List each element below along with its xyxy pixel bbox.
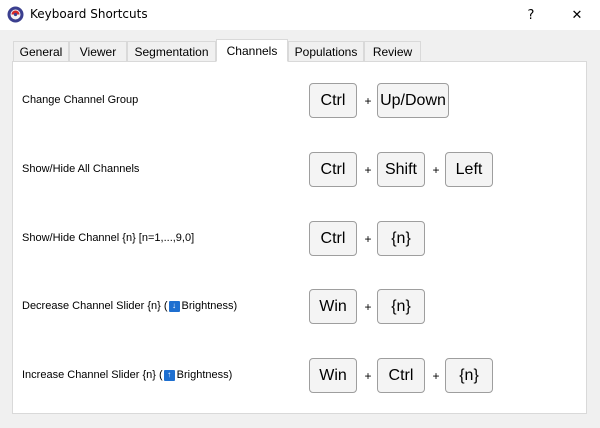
shortcut-label-show-hide-channel-n: Show/Hide Channel {n} [n=1,...,9,0] [22, 232, 195, 244]
arrow-down-icon: ↓ [168, 300, 180, 312]
key-ctrl: Ctrl [309, 83, 357, 118]
tab-populations[interactable]: Populations [288, 41, 364, 61]
shortcut-label-decrease-channel-slider: Decrease Channel Slider {n} (↓ Brightnes… [22, 300, 237, 312]
label-text: Increase Channel Slider {n} ( [22, 369, 163, 381]
shortcut-label-increase-channel-slider: Increase Channel Slider {n} (↑ Brightnes… [22, 369, 232, 381]
channels-shortcuts-pane: Change Channel Group Ctrl + Up/Down Show… [12, 61, 587, 414]
plus-sign: + [364, 94, 372, 108]
key-ctrl: Ctrl [309, 152, 357, 187]
key-up-down: Up/Down [377, 83, 449, 118]
key-left: Left [445, 152, 493, 187]
tab-viewer[interactable]: Viewer [69, 41, 127, 61]
tab-segmentation[interactable]: Segmentation [127, 41, 216, 61]
close-icon[interactable]: ✕ [554, 0, 600, 30]
plus-sign: + [364, 369, 372, 383]
label-text: Brightness) [176, 369, 233, 381]
plus-sign: + [432, 163, 440, 177]
key-n: {n} [377, 221, 425, 256]
key-win: Win [309, 358, 357, 393]
key-shift: Shift [377, 152, 425, 187]
plus-sign: + [364, 232, 372, 246]
tab-review[interactable]: Review [364, 41, 421, 61]
arrow-up-icon: ↑ [163, 369, 175, 381]
shortcut-label-change-channel-group: Change Channel Group [22, 94, 139, 106]
app-logo-icon [7, 6, 24, 23]
key-win: Win [309, 289, 357, 324]
tab-general[interactable]: General [13, 41, 69, 61]
window-title: Keyboard Shortcuts [30, 7, 148, 21]
key-ctrl: Ctrl [377, 358, 425, 393]
help-button[interactable]: ? [508, 0, 554, 30]
key-ctrl: Ctrl [309, 221, 357, 256]
key-n: {n} [377, 289, 425, 324]
label-text: Decrease Channel Slider {n} ( [22, 300, 168, 312]
title-bar: Keyboard Shortcuts ? ✕ [0, 0, 600, 30]
plus-sign: + [364, 163, 372, 177]
key-n: {n} [445, 358, 493, 393]
shortcut-label-show-hide-all-channels: Show/Hide All Channels [22, 163, 140, 175]
plus-sign: + [432, 369, 440, 383]
plus-sign: + [364, 300, 372, 314]
tab-channels[interactable]: Channels [216, 39, 288, 62]
label-text: Brightness) [181, 300, 238, 312]
keyboard-shortcuts-dialog: Keyboard Shortcuts ? ✕ General Viewer Se… [0, 0, 600, 428]
